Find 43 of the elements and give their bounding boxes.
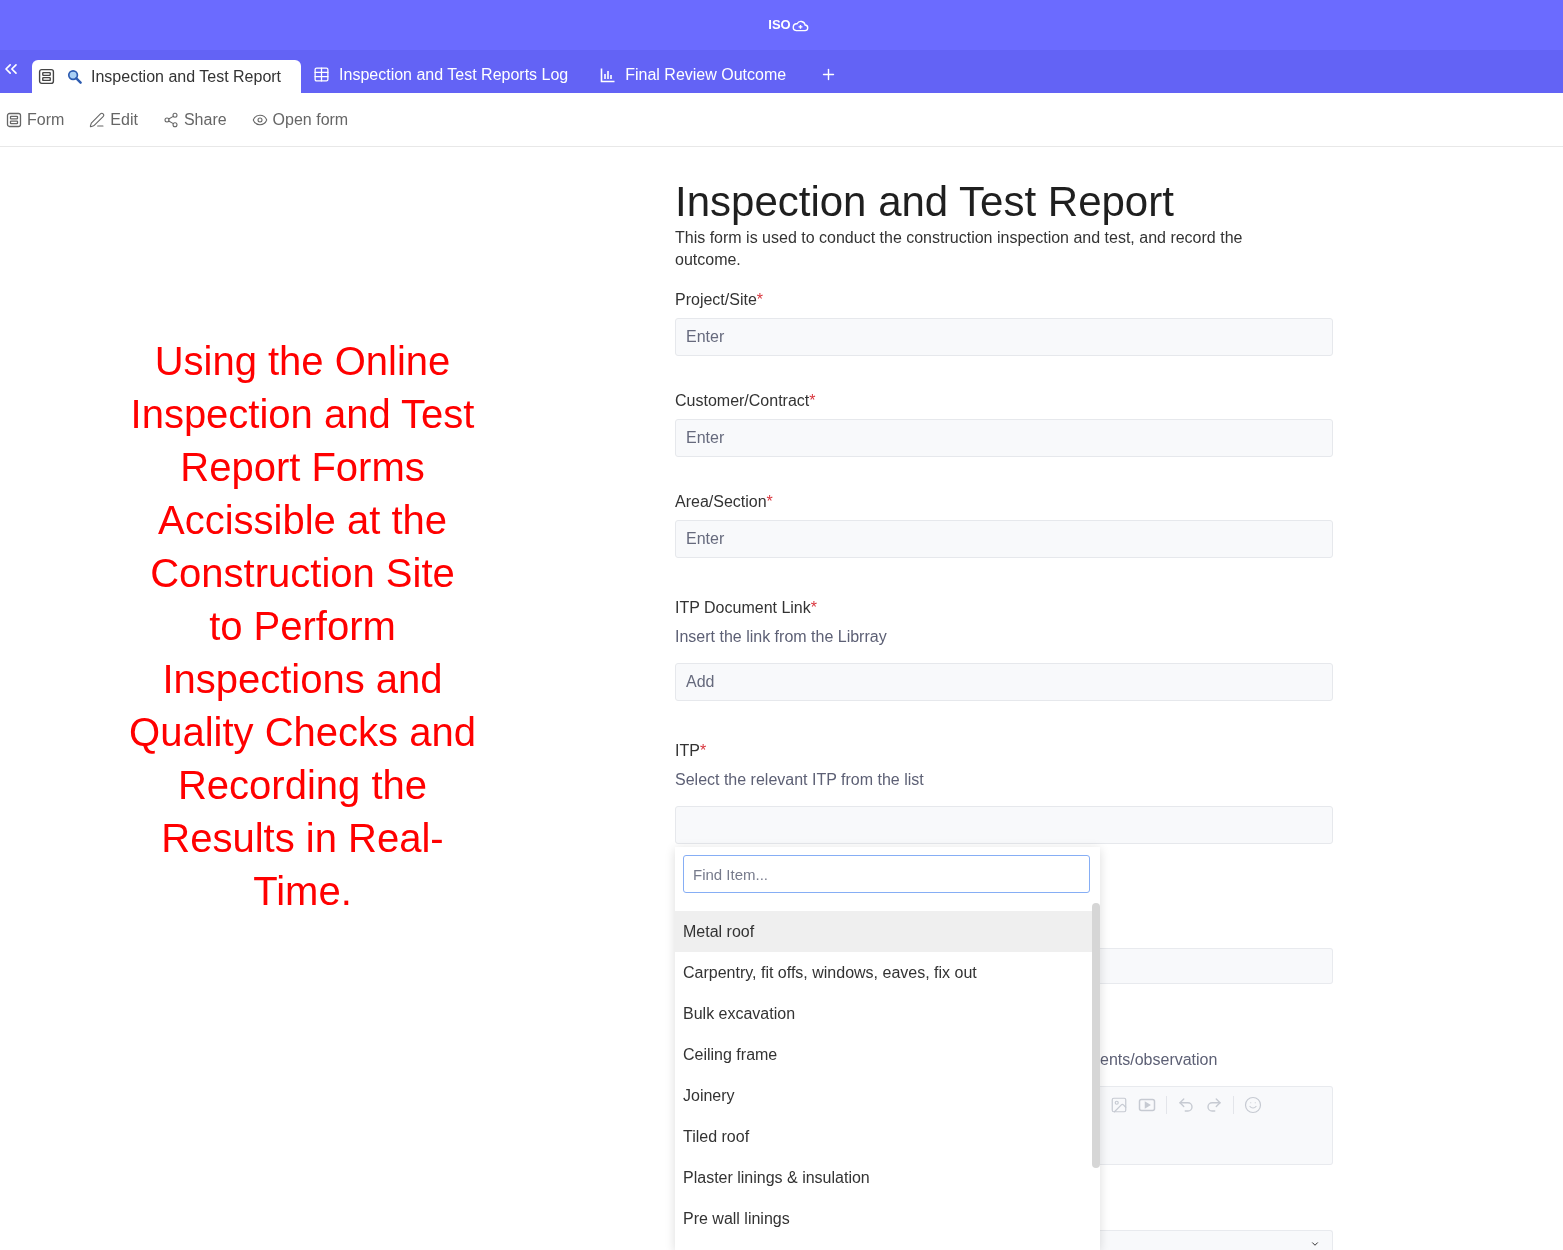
field-label: ITP Document Link* [675,598,817,618]
field-label: Project/Site* [675,290,764,310]
field-label: Customer/Contract* [675,391,816,411]
field-help-text: Insert the link from the Librray [675,627,887,647]
tab[interactable]: Final Review Outcome [588,60,807,93]
form-title: Inspection and Test Report [675,177,1174,227]
field-label: ITP* [675,741,707,761]
bar-chart-icon [600,66,617,83]
video-icon[interactable] [1138,1096,1156,1114]
undo-icon[interactable] [1177,1096,1195,1114]
dropdown-option[interactable]: Metal roof [675,911,1092,952]
pencil-icon [89,111,106,128]
redo-icon[interactable] [1205,1096,1223,1114]
input-field[interactable] [1100,948,1333,984]
rich-text-editor[interactable] [1100,1086,1333,1165]
form-icon [38,68,55,85]
cloud-plus-icon [791,18,809,32]
toolbar-button[interactable]: Form [6,107,65,132]
emoji-icon[interactable] [1244,1096,1262,1114]
image-icon[interactable] [1110,1096,1128,1114]
tab[interactable]: Inspection and Test Reports Log [301,60,589,93]
toolbar-button[interactable]: Open form [251,107,349,132]
overlay-caption: Using the Online Inspection and Test Report Forms Accissible at the Construction Site to Perform Inspections and Quality Checks and Recording the Results in Real- Time. [129,338,476,915]
table-icon [313,66,331,83]
select-field[interactable] [1100,1230,1333,1250]
scrollbar[interactable] [1092,903,1100,1168]
field-label: ents/observation [1100,1050,1218,1070]
input-field[interactable] [675,806,1333,844]
input-field[interactable]: Enter [675,520,1333,558]
field-label: Area/Section* [675,492,773,512]
toolbar-button[interactable]: Edit [89,107,138,132]
input-field[interactable]: Add [675,663,1333,701]
toolbar-button[interactable]: Share [162,107,227,132]
field-help-text: Select the relevant ITP from the list [675,770,924,790]
logo-text: ISO [768,18,791,32]
share-icon [162,111,179,128]
search-field[interactable]: Find Item... [683,855,1090,893]
input-field[interactable]: Enter [675,419,1333,457]
input-field[interactable]: Enter [675,318,1333,356]
tab[interactable]: Inspection and Test Report [32,60,302,93]
search-icon [67,69,82,84]
form-description: This form is used to conduct the construction inspection and test, and record the outcome. [675,228,1244,270]
form-icon [6,111,22,128]
